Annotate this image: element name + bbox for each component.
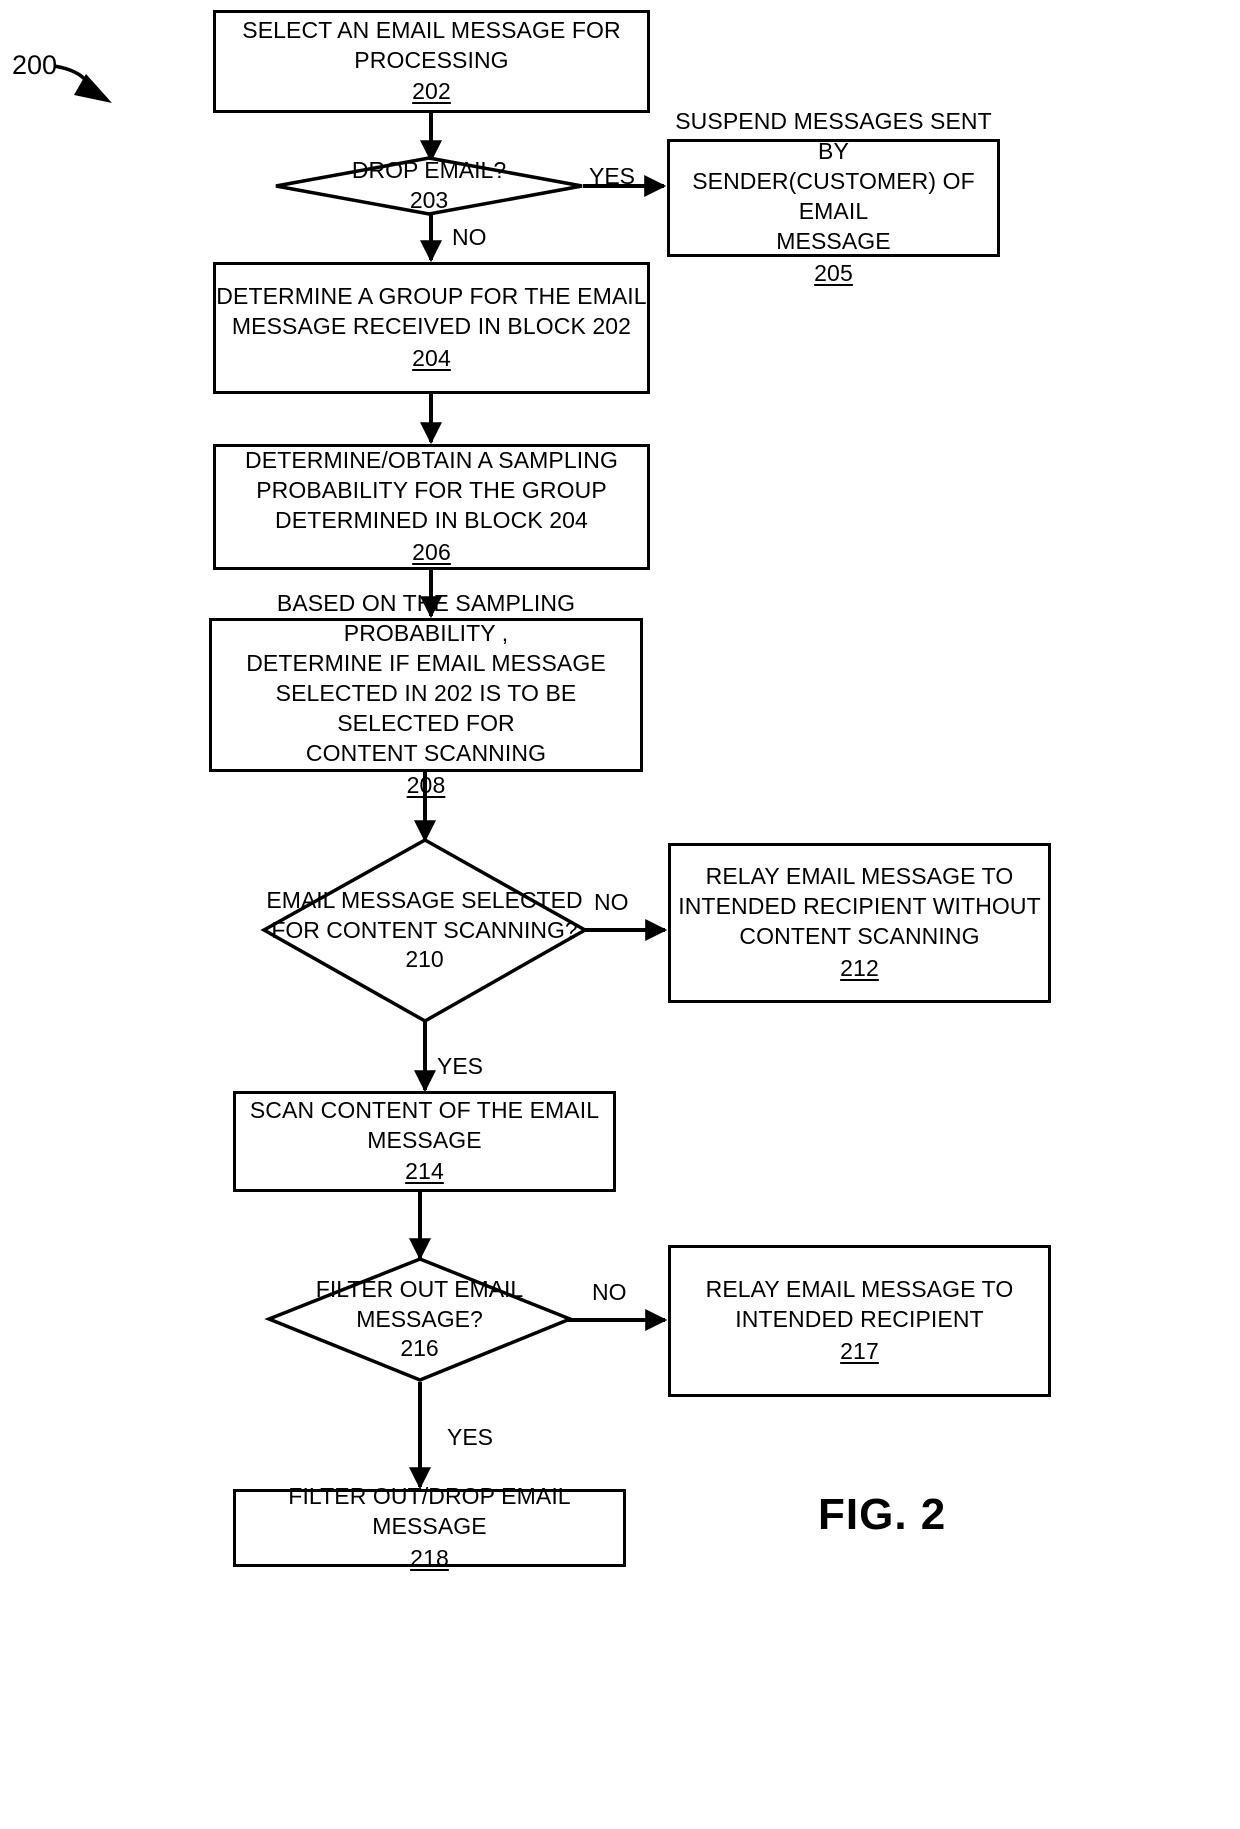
figure-caption: FIG. 2 [818,1490,947,1539]
process-box-214-text: SCAN CONTENT OF THE EMAIL MESSAGE [249,1096,600,1153]
process-box-208-ref: 208 [406,771,446,798]
decision-diamond-210: EMAIL MESSAGE SELECTED FOR CONTENT SCANN… [260,837,589,1024]
process-box-217-text: RELAY EMAIL MESSAGE TO INTENDED RECIPIEN… [705,1276,1014,1333]
process-box-206-text: DETERMINE/OBTAIN A SAMPLING PROBABILITY … [245,447,618,533]
figure-reference-200: 200 [12,50,58,80]
process-box-212-text: RELAY EMAIL MESSAGE TO INTENDED RECIPIEN… [678,863,1041,949]
edge-label-216-yes: YES [447,1424,494,1450]
edge-label-216-no: NO [592,1279,627,1305]
edge-label-210-no: NO [594,889,629,915]
process-box-217-ref: 217 [840,1337,879,1364]
process-box-205-text: SUSPEND MESSAGES SENT BY SENDER(CUSTOMER… [675,108,992,254]
process-box-204: DETERMINE A GROUP FOR THE EMAIL MESSAGE … [213,262,650,394]
decision-diamond-203-text: DROP EMAIL? [351,157,507,184]
process-box-208-text: BASED ON THE SAMPLING PROBABILITY , DETE… [246,590,606,766]
process-box-204-text: DETERMINE A GROUP FOR THE EMAIL MESSAGE … [216,283,647,340]
edge-label-203-yes: YES [589,163,636,189]
process-box-218-ref: 218 [410,1544,449,1571]
decision-diamond-203-ref: 203 [409,187,449,213]
decision-diamond-216-ref: 216 [400,1335,439,1362]
edge-label-203-no: NO [452,224,487,250]
process-box-208: BASED ON THE SAMPLING PROBABILITY , DETE… [209,590,643,798]
process-box-212: RELAY EMAIL MESSAGE TO INTENDED RECIPIEN… [668,843,1051,1003]
figure-canvas: 200 SELECT AN EMAIL MESSAGE FOR PROCESSI… [0,0,1240,1829]
process-box-202-ref: 202 [412,78,451,105]
process-box-212-ref: 212 [840,954,879,981]
process-box-218-text: FILTER OUT/DROP EMAIL MESSAGE [288,1483,571,1540]
process-box-202-text: SELECT AN EMAIL MESSAGE FOR PROCESSING [242,16,621,73]
process-box-214-ref: 214 [405,1158,444,1185]
process-box-204-ref: 204 [412,344,451,371]
process-box-217: RELAY EMAIL MESSAGE TO INTENDED RECIPIEN… [668,1245,1051,1397]
process-box-206-ref: 206 [412,538,451,565]
decision-diamond-216: FILTER OUT EMAIL MESSAGE? 216 [264,1257,575,1382]
process-box-202: SELECT AN EMAIL MESSAGE FOR PROCESSING 2… [213,10,650,113]
process-box-206: DETERMINE/OBTAIN A SAMPLING PROBABILITY … [213,444,650,570]
process-box-218: FILTER OUT/DROP EMAIL MESSAGE 218 [233,1483,626,1571]
edge-label-210-yes: YES [437,1053,484,1079]
process-box-205: SUSPEND MESSAGES SENT BY SENDER(CUSTOMER… [667,108,1000,286]
decision-diamond-216-text: FILTER OUT EMAIL MESSAGE? [315,1275,524,1332]
decision-diamond-210-ref: 210 [405,946,444,973]
decision-diamond-203: DROP EMAIL? 203 [274,156,584,216]
process-box-214: SCAN CONTENT OF THE EMAIL MESSAGE 214 [233,1091,616,1192]
decision-diamond-210-text: EMAIL MESSAGE SELECTED FOR CONTENT SCANN… [266,886,583,943]
process-box-205-ref: 205 [814,259,853,286]
